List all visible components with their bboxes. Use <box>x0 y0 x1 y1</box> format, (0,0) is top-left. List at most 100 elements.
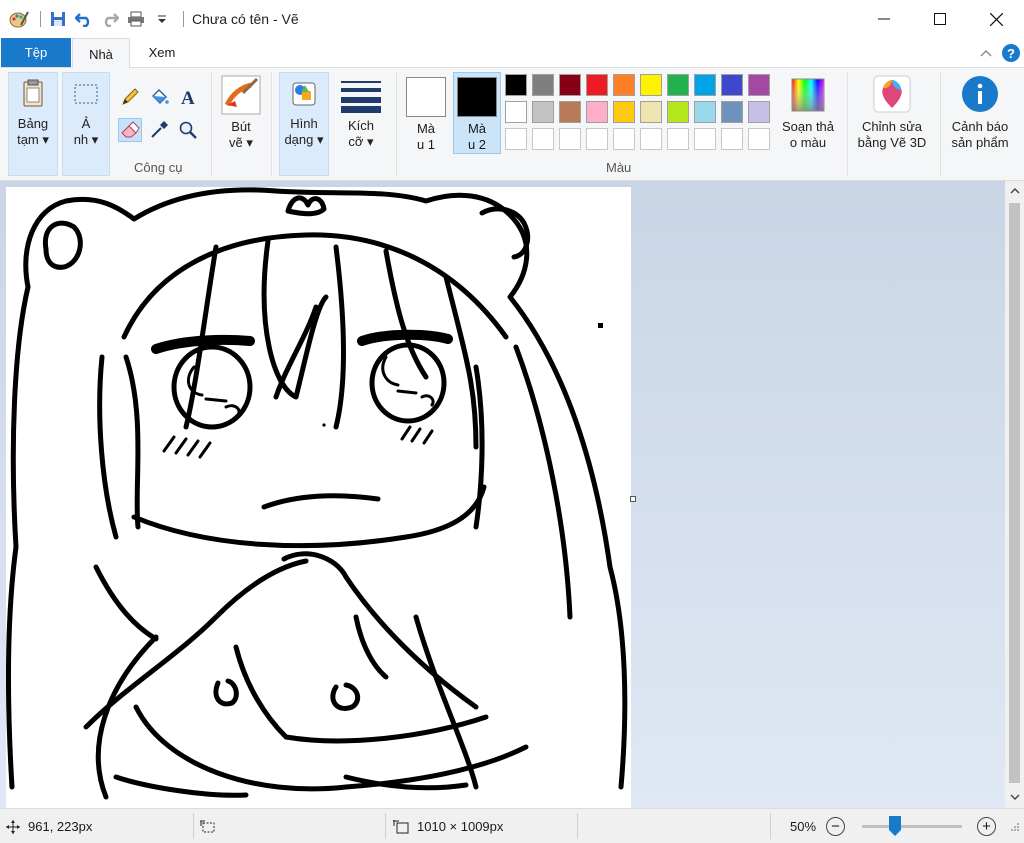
redo-icon[interactable] <box>99 8 121 30</box>
text-tool[interactable]: A <box>176 85 200 109</box>
dropdown-arrow-icon: ▾ <box>317 132 324 147</box>
palette-color-swatch[interactable] <box>640 101 662 123</box>
color2-button[interactable]: Mà u 2 <box>453 72 501 154</box>
workspace <box>0 181 1005 808</box>
status-separator <box>770 813 771 839</box>
palette-color-swatch[interactable] <box>694 128 716 150</box>
tab-home[interactable]: Nhà <box>72 38 130 69</box>
palette-color-swatch[interactable] <box>721 128 743 150</box>
help-icon[interactable]: ? <box>1002 44 1020 62</box>
ribbon-options: ? <box>980 44 1020 62</box>
dropdown-arrow-icon: ▾ <box>42 132 49 147</box>
magnifier-tool[interactable] <box>176 118 200 142</box>
group-separator <box>211 72 212 176</box>
size-button[interactable]: Kích cỡ ▾ <box>336 72 386 176</box>
print-icon[interactable] <box>125 8 147 30</box>
fill-bucket-icon <box>152 89 169 104</box>
zoom-slider-track[interactable] <box>862 825 962 828</box>
clipboard-button[interactable]: Bảng tạm ▾ <box>8 72 58 176</box>
palette-color-swatch[interactable] <box>748 101 770 123</box>
palette-color-swatch[interactable] <box>586 128 608 150</box>
edit-colors-label-2: o màu <box>789 135 827 150</box>
undo-icon[interactable] <box>73 8 95 30</box>
drawing-canvas[interactable] <box>6 187 631 808</box>
palette-color-swatch[interactable] <box>721 74 743 96</box>
color1-swatch <box>407 78 445 116</box>
palette-color-swatch[interactable] <box>505 74 527 96</box>
palette-color-swatch[interactable] <box>532 128 554 150</box>
vertical-scrollbar[interactable] <box>1005 181 1024 808</box>
color1-button[interactable]: Mà u 1 <box>402 72 450 154</box>
image-size-text: 1010 × 1009px <box>417 819 504 834</box>
zoom-out-button[interactable]: − <box>826 817 845 836</box>
zoom-in-button[interactable]: + <box>977 817 996 836</box>
palette-color-swatch[interactable] <box>532 74 554 96</box>
qat-separator <box>183 11 184 27</box>
move-cursor-icon <box>6 819 20 834</box>
palette-color-swatch[interactable] <box>667 101 689 123</box>
palette-color-swatch[interactable] <box>613 128 635 150</box>
minimize-button[interactable] <box>856 0 912 38</box>
palette-color-swatch[interactable] <box>586 74 608 96</box>
palette-color-swatch[interactable] <box>721 101 743 123</box>
palette-color-swatch[interactable] <box>640 74 662 96</box>
palette-color-swatch[interactable] <box>559 74 581 96</box>
palette-color-swatch[interactable] <box>748 74 770 96</box>
palette-color-swatch[interactable] <box>667 128 689 150</box>
shapes-button[interactable]: Hình dạng ▾ <box>279 72 329 176</box>
edit-colors-label-1: Soạn thả <box>781 119 835 134</box>
pencil-tool[interactable] <box>118 85 142 109</box>
info-icon <box>962 76 998 112</box>
edit-colors-button[interactable]: Soạn thả o màu <box>777 72 839 162</box>
magnifier-icon <box>179 121 197 139</box>
palette-color-swatch[interactable] <box>694 74 716 96</box>
palette-color-swatch[interactable] <box>613 101 635 123</box>
palette-color-swatch[interactable] <box>613 74 635 96</box>
palette-color-swatch[interactable] <box>586 101 608 123</box>
paint-app-icon[interactable] <box>8 8 30 30</box>
edit-3d-label-2: bằng Vẽ 3D <box>857 135 927 150</box>
canvas-resize-handle-right[interactable] <box>630 496 636 502</box>
dropdown-arrow-icon: ▾ <box>246 135 253 150</box>
palette-color-swatch[interactable] <box>694 101 716 123</box>
palette-color-swatch[interactable] <box>559 128 581 150</box>
save-icon[interactable] <box>47 8 69 30</box>
line-size-icon <box>341 81 381 113</box>
selection-size-icon <box>200 820 215 832</box>
maximize-button[interactable] <box>912 0 968 38</box>
eyedropper-icon <box>151 121 168 138</box>
edit-with-paint3d-button[interactable]: Chỉnh sửa bằng Vẽ 3D <box>852 72 932 162</box>
resize-grip-icon[interactable] <box>1010 809 1020 843</box>
eraser-tool[interactable] <box>118 118 142 142</box>
tab-file[interactable]: Tệp <box>1 38 71 67</box>
edit-3d-label-1: Chỉnh sửa <box>861 119 922 134</box>
tab-view[interactable]: Xem <box>136 38 188 67</box>
clipboard-icon <box>23 79 43 107</box>
customize-qat-chevron-icon[interactable] <box>151 8 173 30</box>
selection-size <box>200 809 224 843</box>
dropdown-arrow-icon: ▾ <box>91 132 99 147</box>
palette-color-swatch[interactable] <box>559 101 581 123</box>
palette-color-swatch[interactable] <box>640 128 662 150</box>
colors-group-label: Màu <box>606 160 632 175</box>
collapse-ribbon-chevron-icon[interactable] <box>980 46 992 60</box>
scroll-down-arrow-icon[interactable] <box>1005 788 1024 806</box>
close-button[interactable] <box>968 0 1024 38</box>
product-alert-button[interactable]: Cảnh báo sản phẩm <box>944 72 1016 162</box>
color-picker-tool[interactable] <box>147 118 171 142</box>
palette-color-swatch[interactable] <box>667 74 689 96</box>
image-size: 1010 × 1009px <box>393 809 503 843</box>
fill-tool[interactable] <box>147 85 171 109</box>
color-spectrum-icon <box>791 78 825 112</box>
status-separator <box>193 813 194 839</box>
palette-color-swatch[interactable] <box>505 101 527 123</box>
palette-color-swatch[interactable] <box>532 101 554 123</box>
zoom-slider-thumb[interactable] <box>889 816 901 836</box>
brushes-button[interactable]: Bút vẽ ▾ <box>218 72 264 162</box>
status-separator <box>577 813 578 839</box>
image-button[interactable]: Ảnh ▾ <box>62 72 110 176</box>
palette-color-swatch[interactable] <box>505 128 527 150</box>
scroll-thumb[interactable] <box>1009 203 1020 783</box>
palette-color-swatch[interactable] <box>748 128 770 150</box>
scroll-up-arrow-icon[interactable] <box>1005 181 1024 199</box>
